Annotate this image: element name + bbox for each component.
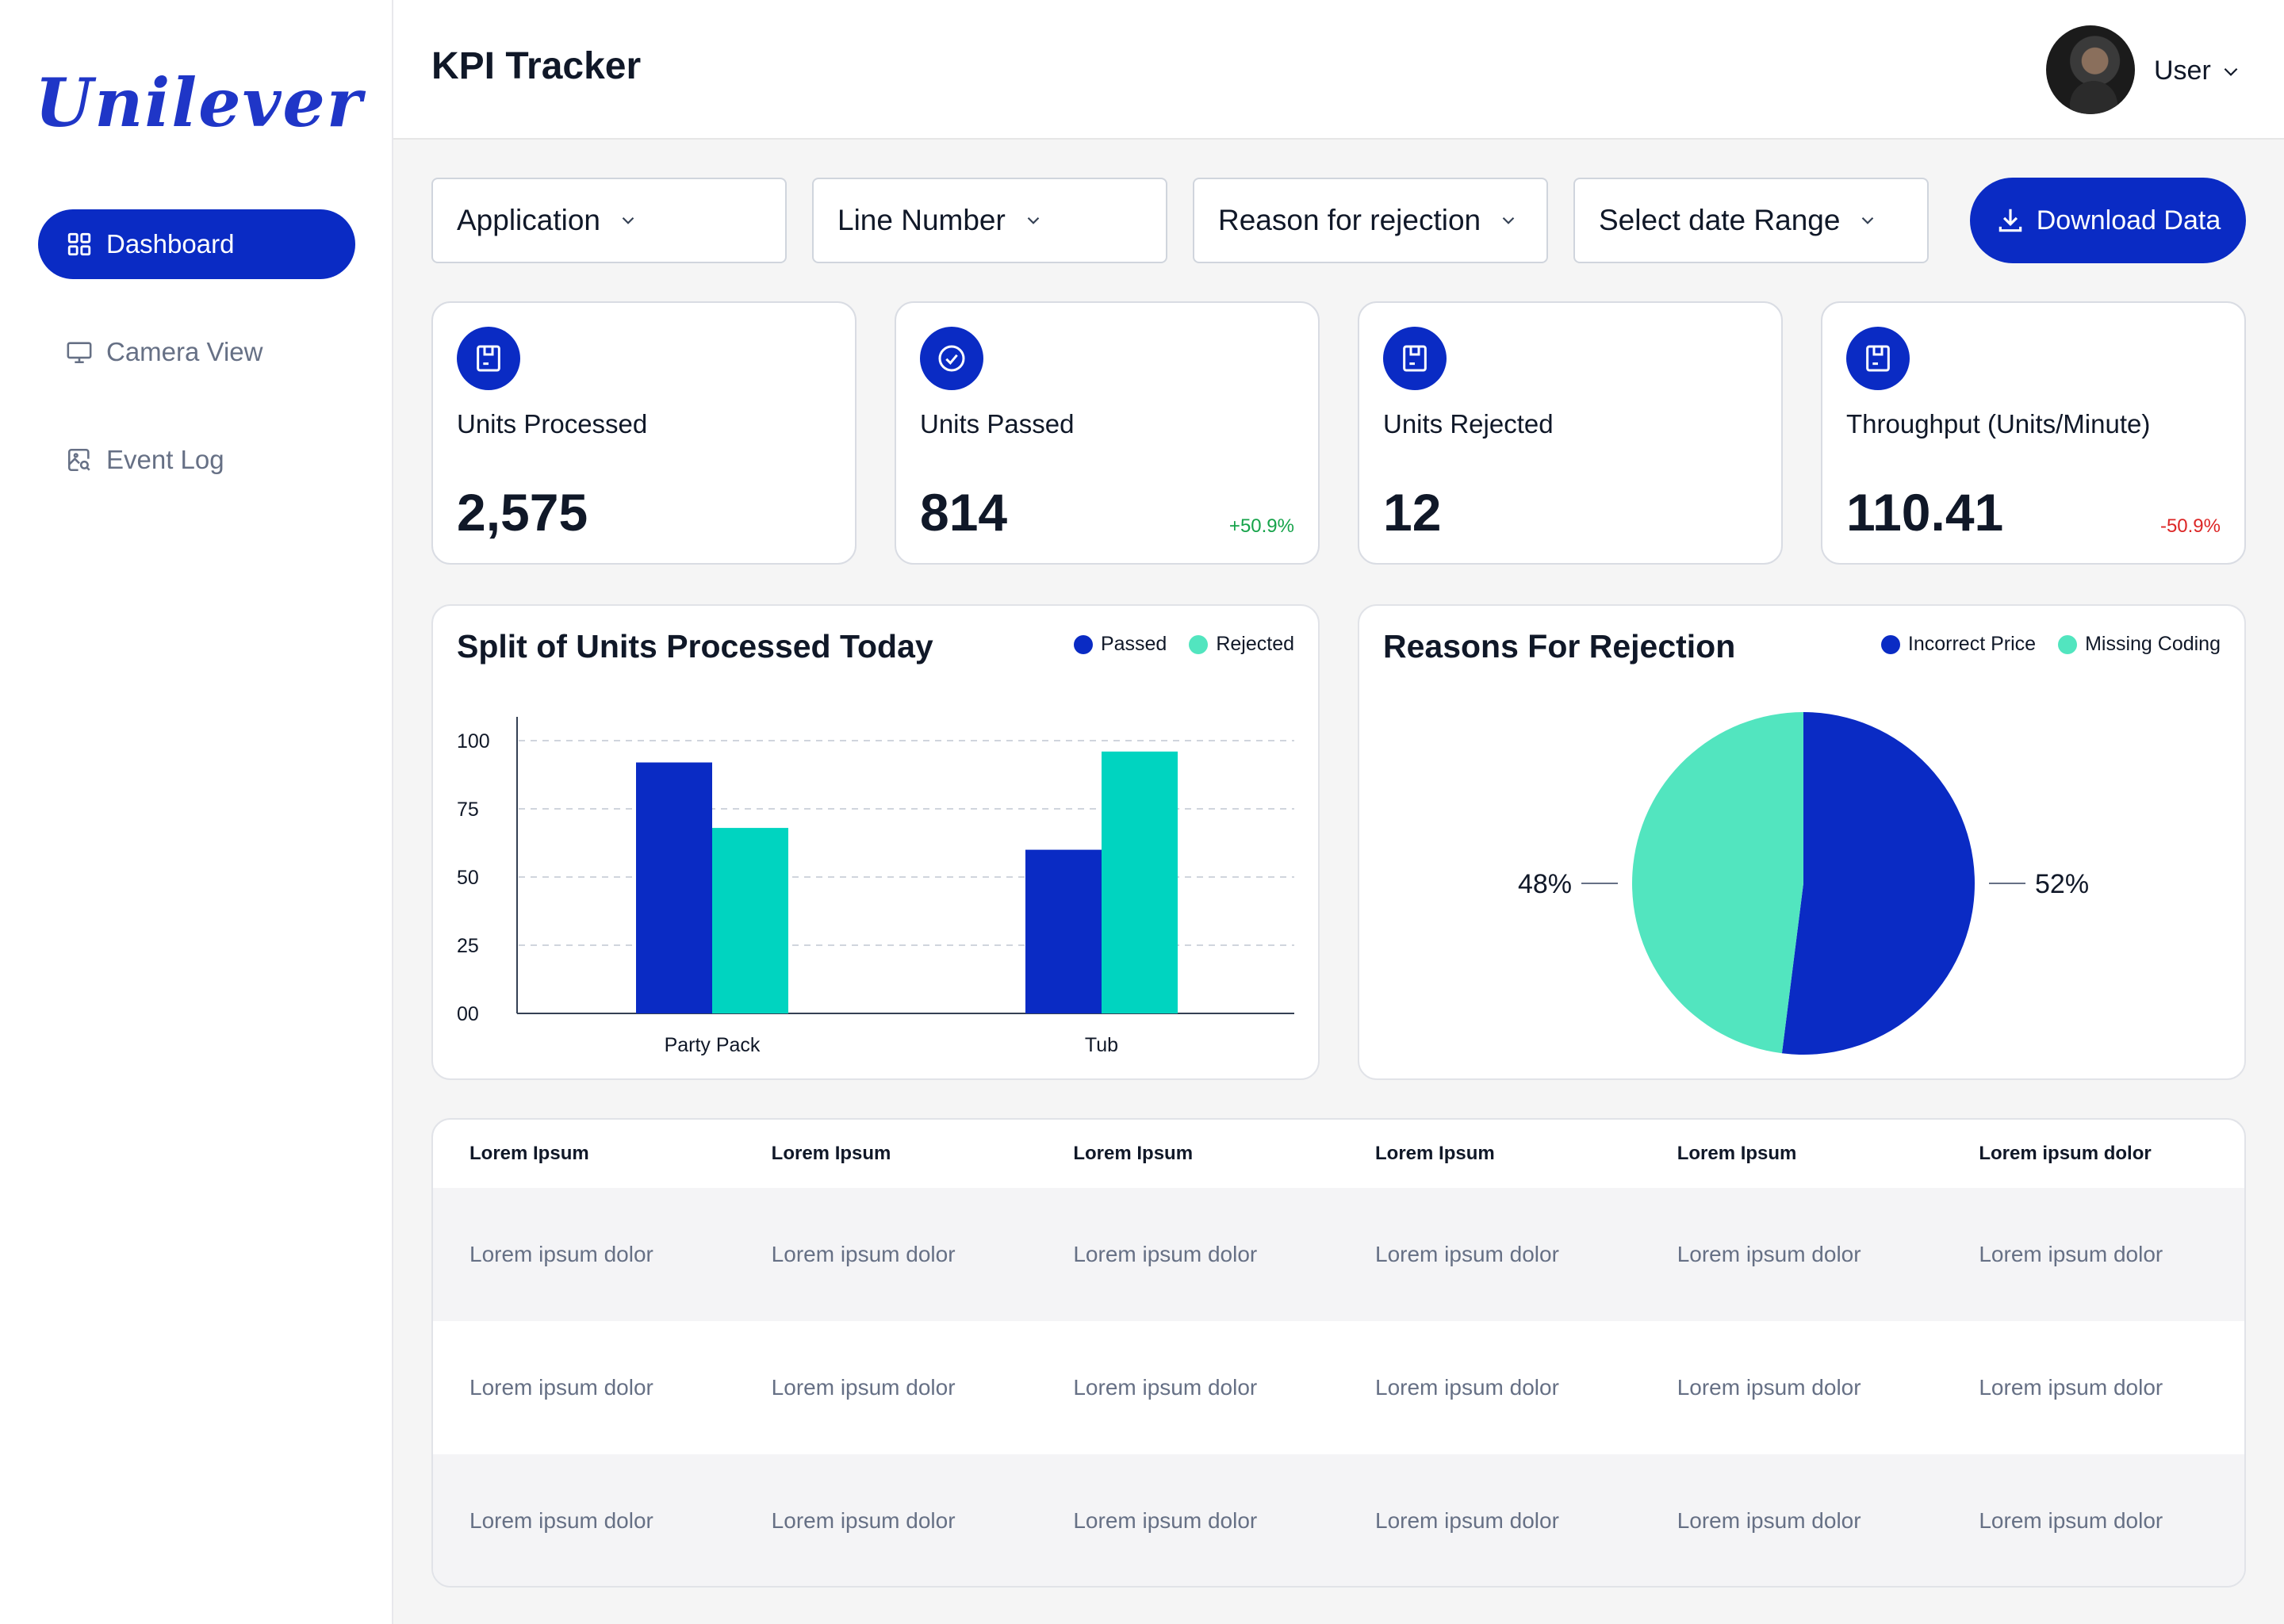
kpi-label: Units Passed [920,409,1075,439]
column-header[interactable]: Lorem Ipsum [1339,1143,1641,1165]
unilever-logo[interactable]: Unilever [35,63,363,142]
table-cell: Lorem ipsum dolor [1677,1375,1861,1400]
pie-chart-card: Reasons For Rejection Incorrect Price Mi… [1358,604,2246,1080]
table-cell: Lorem ipsum dolor [1073,1508,1258,1533]
table-row[interactable]: Lorem ipsum dolor Lorem ipsum dolor Lore… [433,1454,2244,1586]
sidebar-item-label: Event Log [106,445,224,474]
kpi-label: Units Rejected [1383,409,1554,439]
kpi-value: 12 [1383,483,1442,542]
chevron-down-icon [1862,216,1874,224]
column-header[interactable]: Lorem Ipsum [1037,1143,1339,1165]
sidebar-item-event-log[interactable]: Event Log [38,425,355,495]
kpi-value: 814 [920,483,1008,542]
table-cell: Lorem ipsum dolor [1677,1508,1861,1533]
download-data-label: Download Data [2036,205,2221,236]
chevron-down-icon [2224,67,2238,76]
kpi-delta: +50.9% [1228,515,1294,537]
bar-passed-party-pack [636,762,712,1013]
table-cell: Lorem ipsum dolor [1375,1508,1559,1533]
chevron-down-icon [1502,216,1515,224]
user-name: User [2154,56,2211,86]
table-cell: Lorem ipsum dolor [469,1375,653,1400]
table-cell: Lorem ipsum dolor [771,1242,956,1266]
bar-rejected-tub [1102,751,1178,1013]
table-cell: Lorem ipsum dolor [1677,1242,1861,1266]
bar-passed-tub [1025,849,1102,1013]
y-tick-label: 00 [457,1003,479,1025]
bar-rejected-party-pack [712,828,788,1013]
pie-slice-incorrect-price [1781,712,1975,1055]
y-tick-label: 100 [457,730,490,753]
column-header[interactable]: Lorem Ipsum [433,1143,735,1165]
date-range-dropdown[interactable]: Select date Range [1573,178,1929,263]
reason-dropdown[interactable]: Reason for rejection [1193,178,1548,263]
table-cell: Lorem ipsum dolor [1979,1242,2163,1266]
chevron-down-icon [1027,216,1040,224]
kpi-label: Throughput (Units/Minute) [1846,409,2151,439]
table-cell: Lorem ipsum dolor [1375,1375,1559,1400]
table-cell: Lorem ipsum dolor [469,1508,653,1533]
table-row[interactable]: Lorem ipsum dolor Lorem ipsum dolor Lore… [433,1188,2244,1321]
chevron-down-icon [622,216,634,224]
download-icon [1998,209,2021,232]
table-row[interactable]: Lorem ipsum dolor Lorem ipsum dolor Lore… [433,1321,2244,1454]
y-tick-label: 50 [457,867,479,889]
box-icon [1383,327,1447,390]
monitor-icon [65,338,94,366]
sidebar: Unilever Dashboard Camera View Event Log [0,0,393,1624]
image-search-icon [65,446,94,474]
top-header: KPI Tracker User [393,0,2284,140]
kpi-value: 2,575 [457,483,588,542]
table-cell: Lorem ipsum dolor [1375,1242,1559,1266]
box-icon [457,327,520,390]
table-cell: Lorem ipsum dolor [1979,1375,2163,1400]
grid-icon [65,230,94,259]
table-header: Lorem Ipsum Lorem Ipsum Lorem Ipsum Lore… [433,1120,2244,1188]
line-number-dropdown-label: Line Number [837,204,1006,236]
download-data-button[interactable]: Download Data [1970,178,2246,263]
x-tick-label: Party Pack [665,1034,761,1056]
pie-value-label: 52% [2035,869,2089,899]
bar-chart-card: Split of Units Processed Today Passed Re… [431,604,1320,1080]
sidebar-item-camera-view[interactable]: Camera View [38,317,355,387]
kpi-value: 110.41 [1846,483,2004,542]
sidebar-item-dashboard[interactable]: Dashboard [38,209,355,279]
application-dropdown[interactable]: Application [431,178,787,263]
bar-chart: 100 75 50 25 00 Party Pack Tub [457,717,1294,1056]
line-number-dropdown[interactable]: Line Number [812,178,1167,263]
column-header[interactable]: Lorem Ipsum [735,1143,1037,1165]
kpi-label: Units Processed [457,409,648,439]
pie-chart: 52% 48% [1518,712,2089,1055]
x-tick-label: Tub [1085,1034,1118,1056]
reason-dropdown-label: Reason for rejection [1218,204,1481,236]
page-title: KPI Tracker [431,45,642,87]
application-dropdown-label: Application [457,204,601,236]
box-icon [1846,327,1910,390]
y-tick-label: 75 [457,799,479,821]
kpi-card-units-rejected: Units Rejected 12 [1358,301,1783,565]
column-header[interactable]: Lorem ipsum dolor [1942,1143,2244,1165]
table-cell: Lorem ipsum dolor [771,1375,956,1400]
kpi-card-units-processed: Units Processed 2,575 [431,301,856,565]
data-table: Lorem Ipsum Lorem Ipsum Lorem Ipsum Lore… [431,1118,2246,1588]
y-tick-label: 25 [457,935,479,957]
kpi-delta: -50.9% [2159,515,2221,537]
table-cell: Lorem ipsum dolor [469,1242,653,1266]
date-range-dropdown-label: Select date Range [1599,204,1841,236]
check-circle-icon [920,327,983,390]
sidebar-item-label: Camera View [106,337,263,366]
pie-slice-missing-coding [1632,712,1803,1054]
table-cell: Lorem ipsum dolor [771,1508,956,1533]
avatar[interactable] [2046,25,2135,114]
column-header[interactable]: Lorem Ipsum [1641,1143,1943,1165]
user-menu[interactable]: User [2154,56,2241,86]
table-cell: Lorem ipsum dolor [1979,1508,2163,1533]
sidebar-item-label: Dashboard [106,229,235,259]
kpi-card-units-passed: Units Passed 814 +50.9% [895,301,1320,565]
kpi-card-throughput: Throughput (Units/Minute) 110.41 -50.9% [1821,301,2246,565]
table-cell: Lorem ipsum dolor [1073,1242,1258,1266]
table-cell: Lorem ipsum dolor [1073,1375,1258,1400]
pie-value-label: 48% [1518,869,1572,899]
